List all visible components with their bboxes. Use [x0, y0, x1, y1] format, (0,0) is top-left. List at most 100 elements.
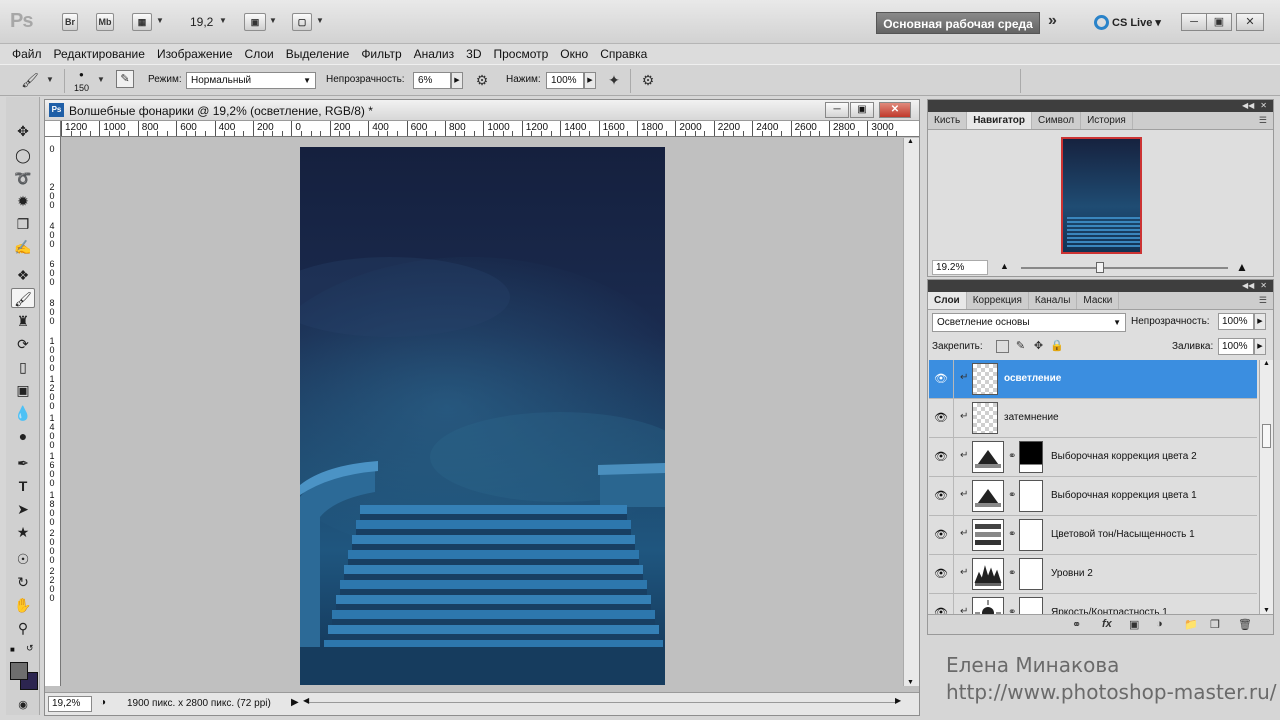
lock-position-icon[interactable]: ✥ — [1032, 340, 1045, 353]
workspace-button[interactable]: Основная рабочая среда — [876, 12, 1040, 34]
visibility-eye-icon[interactable]: 👁 — [933, 566, 949, 582]
menu-filter[interactable]: Фильтр — [355, 44, 407, 64]
brush-preset-icon[interactable]: 🖌 — [20, 70, 40, 90]
selective-adjustment-icon[interactable] — [972, 480, 1004, 512]
tab-brush[interactable]: Кисть — [928, 112, 968, 129]
mask-link-icon[interactable]: ⚭ — [1008, 490, 1016, 501]
levels-adjustment-icon[interactable] — [972, 558, 1004, 590]
navigator-zoom-field[interactable]: 19.2% — [932, 260, 988, 275]
more-workspaces-button[interactable]: » — [1048, 12, 1057, 30]
tab-character[interactable]: Символ — [1032, 112, 1082, 129]
layer-name[interactable]: осветление — [1004, 373, 1061, 384]
lasso-tool-icon[interactable]: ➰ — [11, 168, 35, 188]
brush-tool-icon[interactable]: 🖌 — [11, 288, 35, 308]
layers-scroll-thumb[interactable] — [1262, 424, 1271, 448]
vertical-ruler[interactable]: 0200400600800100012001400160018002000220… — [45, 137, 61, 686]
mini-bridge-button[interactable]: Mb — [96, 13, 114, 31]
zoom-slider-track[interactable] — [1021, 267, 1228, 269]
close-button[interactable]: ✕ — [1236, 13, 1264, 31]
lock-all-icon[interactable]: 🔒 — [1050, 340, 1064, 353]
ruler-origin[interactable] — [45, 121, 61, 137]
type-tool-icon[interactable]: T — [11, 476, 35, 496]
3d-rotate-tool-icon[interactable]: ☉ — [11, 549, 35, 569]
blur-tool-icon[interactable]: 💧 — [11, 403, 35, 423]
layer-mask-thumbnail[interactable] — [1019, 558, 1043, 590]
brush-panel-toggle-icon[interactable]: ✎ — [116, 70, 134, 88]
menu-3d[interactable]: 3D — [460, 44, 487, 64]
layer-thumbnail[interactable] — [972, 363, 998, 395]
layer-row[interactable]: 👁 ↵ осветление — [929, 360, 1257, 399]
shape-tool-icon[interactable]: ★ — [11, 522, 35, 542]
tab-adjustments[interactable]: Коррекция — [967, 292, 1029, 309]
dodge-tool-icon[interactable]: ● — [11, 426, 35, 446]
mask-link-icon[interactable]: ⚭ — [1008, 529, 1016, 540]
path-selection-tool-icon[interactable]: ➤ — [11, 499, 35, 519]
visibility-eye-icon[interactable]: 👁 — [933, 371, 949, 387]
layer-name[interactable]: Выборочная коррекция цвета 2 — [1051, 451, 1197, 462]
layer-row[interactable]: 👁 ↵ затемнение — [929, 399, 1257, 438]
layer-mask-thumbnail[interactable] — [1019, 441, 1043, 473]
3d-camera-tool-icon[interactable]: ↻ — [11, 572, 35, 592]
menu-analysis[interactable]: Анализ — [408, 44, 461, 64]
adjustment-layer-icon[interactable]: ◑ — [1156, 618, 1163, 630]
clone-stamp-tool-icon[interactable]: ♜ — [11, 311, 35, 331]
layer-row[interactable]: 👁 ↵ ⚭ Яркость/Контрастность 1 — [929, 594, 1257, 614]
panel-collapse-icon[interactable]: ◀◀ — [1242, 280, 1254, 292]
gradient-tool-icon[interactable]: ▣ — [11, 380, 35, 400]
brush-size-caret-icon[interactable]: ▼ — [91, 70, 111, 90]
menu-layers[interactable]: Слои — [239, 44, 280, 64]
panel-menu-icon[interactable]: ☰ — [1259, 295, 1267, 306]
zoom-level-display[interactable]: 19,2 — [190, 15, 213, 29]
layer-opacity-arrow-icon[interactable]: ▶ — [1254, 313, 1266, 330]
huesat-adjustment-icon[interactable] — [972, 519, 1004, 551]
eyedropper-tool-icon[interactable]: ✍ — [11, 237, 35, 257]
doc-close-button[interactable]: ✕ — [879, 102, 911, 118]
brush-size-value[interactable]: 150 — [74, 83, 89, 93]
panel-menu-icon[interactable]: ☰ — [1259, 115, 1267, 126]
layer-mask-thumbnail[interactable] — [1019, 519, 1043, 551]
lock-pixels-icon[interactable]: ✎ — [1014, 340, 1027, 353]
visibility-eye-icon[interactable]: 👁 — [933, 488, 949, 504]
flow-arrow-icon[interactable]: ▶ — [584, 72, 596, 89]
scroll-up-icon[interactable]: ▲ — [1263, 360, 1270, 367]
visibility-eye-icon[interactable]: 👁 — [933, 449, 949, 465]
layer-row[interactable]: 👁 ↵ ⚭ Уровни 2 — [929, 555, 1257, 594]
menu-help[interactable]: Справка — [594, 44, 653, 64]
mode-select[interactable]: Нормальный ▼ — [186, 72, 316, 89]
panel-close-icon[interactable]: ✕ — [1260, 280, 1267, 292]
crop-tool-icon[interactable]: ❐ — [11, 214, 35, 234]
layer-name[interactable]: Цветовой тон/Насыщенность 1 — [1051, 529, 1195, 540]
zoom-tool-icon[interactable]: ⚲ — [11, 618, 35, 638]
navigator-preview[interactable] — [1061, 137, 1142, 254]
panel-header[interactable]: ✕ ◀◀ — [928, 280, 1273, 292]
eraser-tool-icon[interactable]: ▯ — [11, 357, 35, 377]
bridge-button[interactable]: Br — [62, 13, 78, 31]
minimize-button[interactable]: ─ — [1181, 13, 1207, 31]
layer-style-icon[interactable]: fx — [1102, 618, 1112, 630]
panel-close-icon[interactable]: ✕ — [1260, 100, 1267, 112]
blend-mode-select[interactable]: Осветление основы ▼ — [932, 313, 1126, 332]
layer-row[interactable]: 👁 ↵ ⚭ Цветовой тон/Насыщенность 1 — [929, 516, 1257, 555]
marquee-tool-icon[interactable]: ◯ — [11, 145, 35, 165]
selective-adjustment-icon[interactable] — [972, 441, 1004, 473]
lock-transparency-icon[interactable] — [996, 340, 1009, 353]
zoom-in-icon[interactable]: ▲ — [1236, 260, 1248, 274]
mask-link-icon[interactable]: ⚭ — [1008, 451, 1016, 462]
document-image[interactable] — [300, 147, 665, 685]
document-title-bar[interactable]: Ps Волшебные фонарики @ 19,2% (осветлени… — [45, 100, 919, 121]
flow-field[interactable]: 100% — [546, 72, 584, 89]
layer-name[interactable]: Уровни 2 — [1051, 568, 1093, 579]
quick-selection-tool-icon[interactable]: ✹ — [11, 191, 35, 211]
quick-mask-icon[interactable]: ◉ — [11, 695, 35, 715]
layer-mask-thumbnail[interactable] — [1019, 597, 1043, 614]
new-layer-icon[interactable]: ❐ — [1210, 618, 1220, 631]
scroll-down-icon[interactable]: ▼ — [907, 679, 914, 686]
status-menu-arrow-icon[interactable]: ▶ — [291, 697, 299, 708]
pen-tool-icon[interactable]: ✒ — [11, 453, 35, 473]
brush-preset-caret-icon[interactable]: ▼ — [40, 70, 60, 90]
fill-field[interactable]: 100% — [1218, 338, 1254, 355]
opacity-arrow-icon[interactable]: ▶ — [451, 72, 463, 89]
layer-thumbnail[interactable] — [972, 402, 998, 434]
visibility-eye-icon[interactable]: 👁 — [933, 527, 949, 543]
airbrush-icon[interactable]: ✦ — [604, 70, 624, 90]
